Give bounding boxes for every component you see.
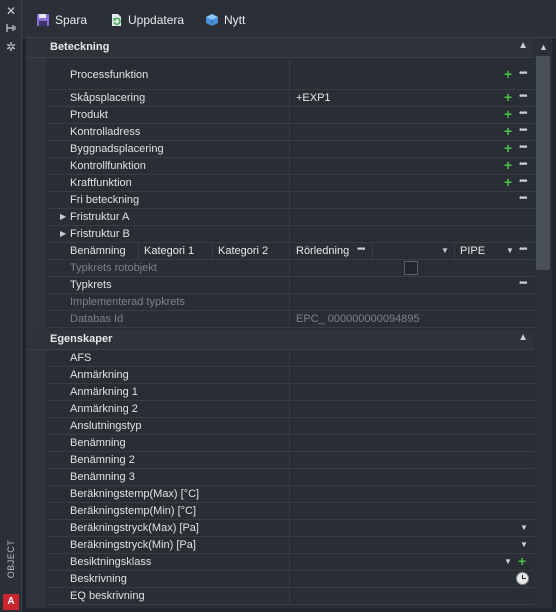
property-row[interactable]: Benämning: [46, 435, 534, 452]
rorledning-field[interactable]: Rörledning: [296, 245, 349, 257]
property-row[interactable]: Anmärkning: [46, 367, 534, 384]
section-header-beteckning[interactable]: Beteckning ▲: [26, 38, 534, 58]
pipe-field[interactable]: PIPE: [460, 245, 485, 257]
kategori1-field[interactable]: Kategori 1: [144, 245, 194, 257]
property-row[interactable]: Beräkningstryck(Min) [Pa] ▼: [46, 537, 534, 554]
left-strip: ✕ ✲ OBJECT A: [0, 0, 22, 612]
dropdown-arrow-icon[interactable]: ▼: [520, 540, 528, 549]
section-header-egenskaper[interactable]: Egenskaper ▲: [26, 330, 534, 350]
row-skapsplacering[interactable]: Skåpsplacering +EXP1 + •••: [46, 89, 534, 107]
add-icon[interactable]: +: [504, 66, 512, 82]
properties-panel: ✕ ✲ OBJECT A Spara Uppdatera Nytt Beteck…: [0, 0, 556, 612]
row-typkrets-rotobjekt: Typkrets rotobjekt: [46, 260, 534, 277]
expand-arrow-icon[interactable]: ▶: [60, 229, 66, 238]
cube-icon: [206, 14, 218, 26]
close-icon[interactable]: ✕: [3, 4, 19, 18]
collapse-icon[interactable]: ▲: [518, 332, 528, 343]
property-row[interactable]: Benämning 2: [46, 452, 534, 469]
property-row[interactable]: Anmärkning 2: [46, 401, 534, 418]
property-row[interactable]: Beräkningstryck(Max) [Pa] ▼: [46, 520, 534, 537]
pin-icon[interactable]: [3, 22, 19, 36]
row-kontrolladress[interactable]: Kontrolladress + •••: [46, 123, 534, 141]
save-button[interactable]: Spara: [36, 10, 87, 30]
property-row[interactable]: Anslutningstyp: [46, 418, 534, 435]
row-databas-id: Databas Id EPC_ 000000000094895: [46, 311, 534, 328]
more-icon[interactable]: •••: [357, 244, 365, 255]
vertical-scrollbar[interactable]: ▲: [534, 38, 552, 608]
section-title: Beteckning: [50, 41, 110, 53]
dropdown-arrow-icon[interactable]: ▼: [520, 523, 528, 532]
row-byggnadsplacering[interactable]: Byggnadsplacering + •••: [46, 140, 534, 158]
property-row[interactable]: Anmärkning 1: [46, 384, 534, 401]
add-icon[interactable]: +: [504, 106, 512, 122]
property-row[interactable]: AFS: [46, 350, 534, 367]
row-fri-beteckning[interactable]: Fri beteckning •••: [46, 192, 534, 209]
databas-id-value: EPC_ 000000000094895: [296, 313, 420, 325]
dropdown-arrow-icon[interactable]: ▼: [506, 246, 514, 255]
property-row[interactable]: Benämning 3: [46, 469, 534, 486]
property-row[interactable]: Besiktningsklass ▼ +: [46, 553, 534, 571]
more-icon[interactable]: •••: [519, 278, 527, 289]
collapse-icon[interactable]: ▲: [518, 40, 528, 51]
row-fristruktur-b[interactable]: ▶ Fristruktur B: [46, 226, 534, 243]
property-row[interactable]: Beräkningstemp(Min) [°C]: [46, 503, 534, 520]
property-row[interactable]: Beräkningstemp(Max) [°C]: [46, 486, 534, 503]
row-gutter: [26, 350, 46, 608]
add-icon[interactable]: +: [504, 123, 512, 139]
row-processfunktion[interactable]: Processfunktion + •••: [46, 60, 534, 90]
add-icon[interactable]: +: [518, 553, 526, 569]
clock-icon[interactable]: [516, 572, 529, 585]
update-button[interactable]: Uppdatera: [109, 10, 184, 30]
more-icon[interactable]: •••: [519, 244, 527, 255]
scrollbar-thumb[interactable]: [536, 56, 550, 270]
typkrets-rotobjekt-checkbox: [404, 261, 418, 275]
row-typkrets[interactable]: Typkrets •••: [46, 277, 534, 294]
more-icon[interactable]: •••: [519, 125, 527, 136]
new-button[interactable]: Nytt: [205, 10, 245, 30]
row-gutter: [26, 58, 46, 330]
new-label: Nytt: [224, 13, 246, 27]
more-icon[interactable]: •••: [519, 159, 527, 170]
save-label: Spara: [55, 13, 88, 27]
more-icon[interactable]: •••: [519, 108, 527, 119]
refresh-document-icon: [112, 14, 121, 26]
add-icon[interactable]: +: [504, 157, 512, 173]
row-produkt[interactable]: Produkt + •••: [46, 106, 534, 124]
property-row[interactable]: Beskrivning: [46, 571, 534, 588]
floppy-disk-icon: [37, 14, 49, 26]
add-icon[interactable]: +: [504, 89, 512, 105]
dropdown-arrow-icon[interactable]: ▼: [504, 557, 512, 566]
value-field[interactable]: +EXP1: [296, 92, 331, 104]
app-logo-icon: A: [3, 594, 19, 610]
add-icon[interactable]: +: [504, 140, 512, 156]
update-label: Uppdatera: [128, 13, 185, 27]
row-kontrollfunktion[interactable]: Kontrollfunktion + •••: [46, 157, 534, 175]
row-implementerad-typkrets: Implementerad typkrets: [46, 294, 534, 311]
more-icon[interactable]: •••: [519, 193, 527, 204]
dropdown-arrow-icon[interactable]: ▼: [441, 246, 449, 255]
property-row[interactable]: EQ beskrivning: [46, 588, 534, 605]
expand-arrow-icon[interactable]: ▶: [60, 212, 66, 221]
add-icon[interactable]: +: [504, 174, 512, 190]
section-title: Egenskaper: [50, 333, 113, 345]
property-grid: Beteckning ▲ Processfunktion + ••• Skåps…: [26, 38, 534, 608]
more-icon[interactable]: •••: [519, 68, 527, 79]
row-kraftfunktion[interactable]: Kraftfunktion + •••: [46, 174, 534, 192]
row-fristruktur-a[interactable]: ▶ Fristruktur A: [46, 209, 534, 226]
kategori2-field[interactable]: Kategori 2: [218, 245, 268, 257]
toolbar: Spara Uppdatera Nytt: [22, 0, 556, 38]
settings-icon[interactable]: ✲: [3, 40, 19, 54]
palette-title: OBJECT: [6, 539, 16, 579]
row-benamning[interactable]: Benämning Kategori 1 Kategori 2 Rörledni…: [46, 243, 534, 260]
more-icon[interactable]: •••: [519, 91, 527, 102]
scroll-up-icon[interactable]: ▲: [539, 42, 548, 52]
more-icon[interactable]: •••: [519, 142, 527, 153]
more-icon[interactable]: •••: [519, 176, 527, 187]
